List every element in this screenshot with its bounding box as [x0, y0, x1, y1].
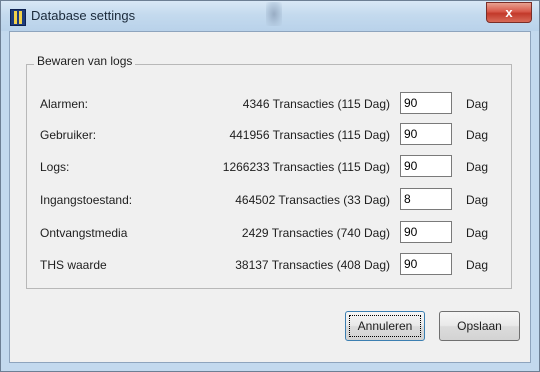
groupbox-title: Bewaren van logs — [34, 54, 136, 68]
title-bar[interactable]: Database settings x — [1, 1, 539, 31]
row-label-alarmen: Alarmen: — [40, 97, 89, 111]
save-button[interactable]: Opslaan — [439, 311, 520, 341]
row-count-ingangstoestand: 464502 Transacties (33 Dag) — [235, 193, 390, 207]
window-title: Database settings — [31, 8, 136, 23]
cancel-button[interactable]: Annuleren — [345, 311, 425, 341]
row-unit-ingangstoestand: Dag — [466, 193, 489, 207]
row-count-ontvangstmedia: 2429 Transacties (740 Dag) — [241, 226, 390, 240]
row-count-logs: 1266233 Transacties (115 Dag) — [222, 160, 390, 174]
row-count-ths-waarde: 38137 Transacties (408 Dag) — [235, 258, 390, 272]
row-count-alarmen: 4346 Transacties (115 Dag) — [242, 97, 390, 111]
row-unit-gebruiker: Dag — [466, 128, 489, 142]
retention-input-logs[interactable] — [400, 155, 452, 177]
retention-input-alarmen[interactable] — [400, 92, 452, 114]
row-unit-logs: Dag — [466, 160, 489, 174]
title-bar-glare — [266, 2, 282, 26]
row-label-ingangstoestand: Ingangstoestand: — [40, 193, 133, 207]
row-unit-ontvangstmedia: Dag — [466, 226, 489, 240]
cancel-button-label: Annuleren — [349, 315, 421, 337]
row-unit-alarmen: Dag — [466, 97, 489, 111]
retention-input-gebruiker[interactable] — [400, 123, 452, 145]
close-button[interactable]: x — [486, 2, 532, 23]
row-label-gebruiker: Gebruiker: — [40, 128, 97, 142]
row-count-gebruiker: 441956 Transacties (115 Dag) — [229, 128, 390, 142]
row-unit-ths-waarde: Dag — [466, 258, 489, 272]
retention-input-ths-waarde[interactable] — [400, 253, 452, 275]
retention-input-ingangstoestand[interactable] — [400, 188, 452, 210]
row-label-ths-waarde: THS waarde — [40, 258, 107, 272]
retention-input-ontvangstmedia[interactable] — [400, 221, 452, 243]
row-label-logs: Logs: — [40, 160, 70, 174]
row-label-ontvangstmedia: Ontvangstmedia — [40, 226, 128, 240]
app-icon — [10, 9, 26, 26]
